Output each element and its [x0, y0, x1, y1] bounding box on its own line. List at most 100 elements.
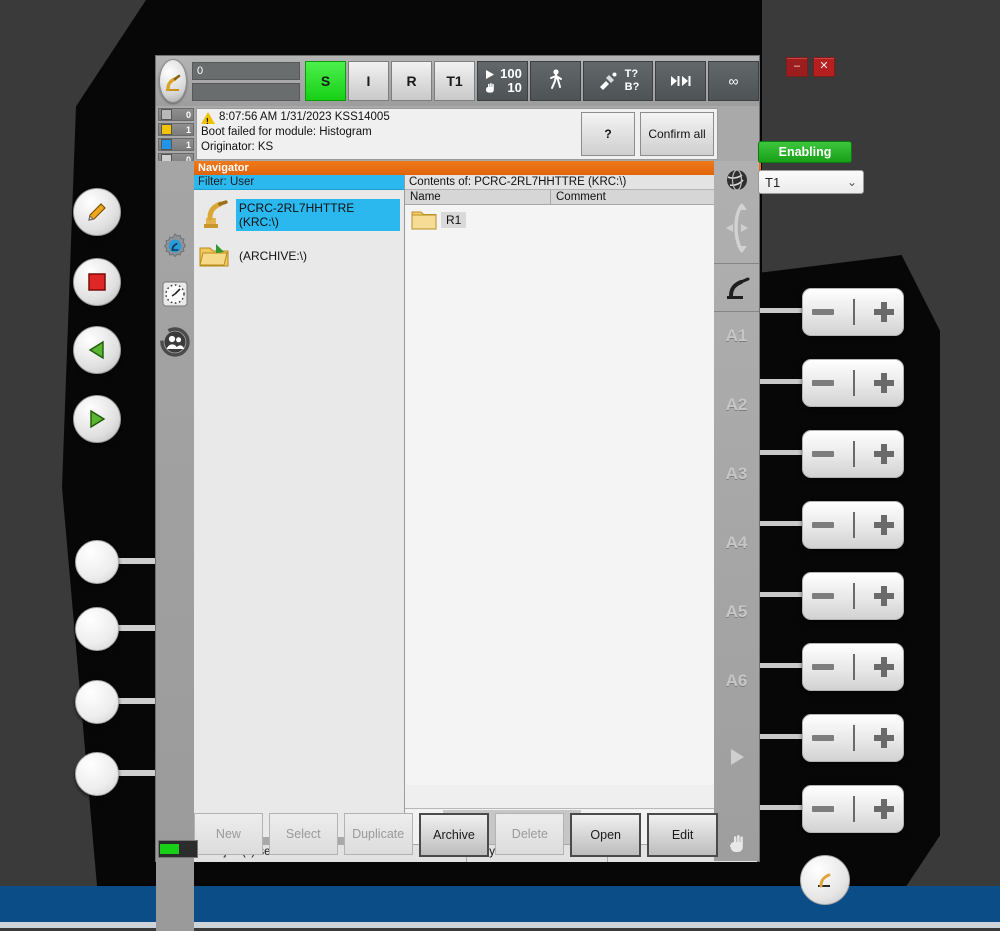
counter-notification[interactable]: 1 [158, 138, 194, 151]
jog-key-jog-override[interactable] [802, 785, 904, 833]
jog-minus-icon[interactable] [812, 806, 835, 812]
axis-label-a1: A1 [725, 326, 748, 345]
pendant-round-button-4[interactable] [75, 752, 119, 796]
confirm-all-label: Confirm all [648, 127, 706, 141]
rail-robot-gear-icon[interactable] [160, 231, 190, 261]
jog-minus-icon[interactable] [812, 380, 835, 386]
navigator-title-bar: Navigator [194, 161, 761, 175]
jog-plus-icon[interactable] [873, 515, 894, 535]
globe-icon[interactable] [724, 167, 750, 193]
rail-clock-icon[interactable] [160, 279, 190, 309]
rail-user-group-icon[interactable] [160, 327, 190, 357]
status-key-infinity[interactable]: ∞ [708, 61, 759, 101]
tool-icon [599, 72, 617, 90]
status-key-override[interactable]: 100 10 [477, 61, 528, 101]
jog-key-a5[interactable] [802, 572, 904, 620]
kuka-hmi-window: 0 S I R T1 100 10 T? B? ∞ 0 1 1 0 ! 8:07… [155, 55, 761, 931]
jog-key-a6[interactable] [802, 643, 904, 691]
jog-plus-icon[interactable] [873, 586, 894, 606]
duplicate-button[interactable]: Duplicate [343, 813, 413, 855]
pendant-round-button-2[interactable] [75, 607, 119, 651]
status-key-increment[interactable] [530, 61, 581, 101]
pendant-edit-button[interactable] [73, 188, 121, 236]
enabling-status-button[interactable]: Enabling [758, 141, 852, 163]
pendant-stop-button[interactable] [73, 258, 121, 306]
hand-icon [729, 835, 743, 852]
mode-selector-dropdown[interactable]: T1 ⌄ [758, 170, 864, 194]
select-button[interactable]: Select [268, 813, 338, 855]
main-menu-button[interactable] [159, 59, 187, 103]
delete-button[interactable]: Delete [495, 813, 565, 855]
program-override-value: 100 [500, 66, 522, 81]
infinity-label: ∞ [728, 73, 739, 89]
status-key-drives-r[interactable]: R [391, 61, 432, 101]
jog-key-a3[interactable] [802, 430, 904, 478]
jog-minus-icon[interactable] [812, 451, 835, 457]
warning-triangle-icon [201, 111, 215, 129]
jog-minus-icon[interactable] [812, 593, 835, 599]
jog-plus-icon[interactable] [873, 799, 894, 819]
jog-plus-icon[interactable] [873, 728, 894, 748]
pendant-round-button-3[interactable] [75, 680, 119, 724]
jog-plus-icon[interactable] [873, 657, 894, 677]
jog-minus-icon[interactable] [812, 309, 835, 315]
jog-minus-icon[interactable] [812, 522, 835, 528]
file-row[interactable]: R1 [405, 205, 757, 235]
robot-gear-icon [163, 233, 187, 258]
jog-plus-icon[interactable] [873, 302, 894, 322]
jog-plus-icon[interactable] [873, 373, 894, 393]
close-button[interactable]: ✕ [813, 57, 835, 77]
new-button[interactable]: New [194, 813, 263, 855]
file-list: R1 [405, 205, 757, 785]
contents-column-header: Name Comment [405, 190, 757, 205]
counter-state[interactable]: 1 [158, 123, 194, 136]
status-key-submit-interpreter[interactable]: S [305, 61, 346, 101]
jog-stem-jog-override [758, 805, 808, 810]
status-key-tool-base[interactable]: T? B? [583, 61, 653, 101]
archive-button[interactable]: Archive [418, 813, 490, 857]
file-row-label: R1 [441, 212, 467, 228]
pendant-back-button[interactable] [73, 326, 121, 374]
status-key-interpolation[interactable] [655, 61, 706, 101]
help-button[interactable]: ? [581, 112, 635, 156]
column-header-name[interactable]: Name [405, 190, 551, 204]
counter-acknowledge[interactable]: 0 [158, 108, 194, 121]
jog-divider [852, 512, 855, 538]
confirm-all-button[interactable]: Confirm all [640, 112, 714, 156]
jog-key-a4[interactable] [802, 501, 904, 549]
minimize-icon: – [793, 60, 801, 72]
pendant-start-button[interactable] [73, 395, 121, 443]
pendant-round-button-1[interactable] [75, 540, 119, 584]
pendant-kuka-home-button[interactable] [800, 855, 850, 905]
jog-minus-icon[interactable] [812, 664, 835, 670]
status-key-operating-mode[interactable]: T1 [434, 61, 475, 101]
tree-item-robot[interactable]: PCRC-2RL7HHTTRE (KRC:\) [194, 190, 404, 236]
jog-minus-icon[interactable] [812, 735, 835, 741]
jog-stem-a2 [758, 379, 808, 384]
desktop-taskbar[interactable] [0, 886, 1000, 924]
enabling-label: Enabling [778, 145, 832, 159]
jog-key-program-override[interactable] [802, 714, 904, 762]
filter-bar[interactable]: Filter: User [194, 175, 404, 190]
minimize-button[interactable]: – [786, 57, 808, 77]
open-button[interactable]: Open [570, 813, 642, 857]
help-label: ? [604, 127, 612, 141]
duplicate-label: Duplicate [352, 827, 405, 841]
jog-stem-a1 [758, 308, 808, 313]
tree-item-archive[interactable]: (ARCHIVE:\) [194, 236, 404, 274]
jog-key-a1[interactable] [802, 288, 904, 336]
chevron-down-icon: ⌄ [846, 175, 857, 189]
acknowledge-count: 0 [185, 109, 191, 120]
edit-button[interactable]: Edit [647, 813, 719, 857]
desktop-bottom-strip [0, 922, 1000, 928]
status-key-drives-i[interactable]: I [348, 61, 389, 101]
jog-key-a2[interactable] [802, 359, 904, 407]
hand-icon [486, 83, 494, 93]
status-keys: S I R T1 100 10 T? B? ∞ [305, 61, 759, 101]
robot-axis-icon[interactable] [722, 274, 752, 302]
battery-fill [160, 844, 179, 854]
state-badge-icon [161, 124, 172, 135]
message-window[interactable]: 8:07:56 AM 1/31/2023 KSS14005 Boot faile… [196, 108, 718, 160]
bidirectional-arrows-icon[interactable] [720, 199, 754, 257]
jog-plus-icon[interactable] [873, 444, 894, 464]
